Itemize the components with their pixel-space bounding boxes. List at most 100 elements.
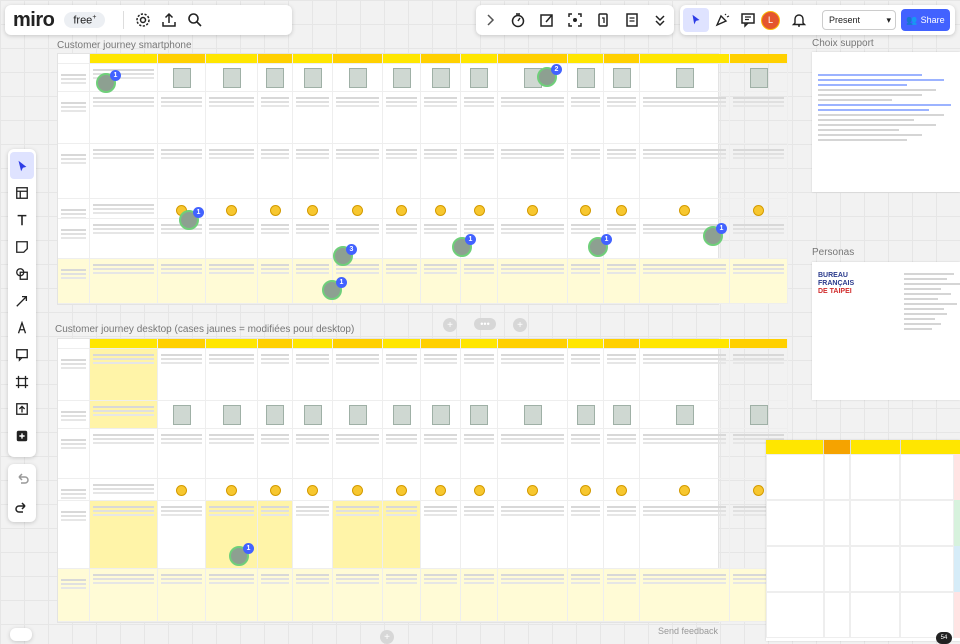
journey-cell[interactable] (90, 429, 158, 479)
comments-icon[interactable] (735, 7, 761, 33)
journey-cell[interactable] (568, 401, 604, 429)
miro-logo[interactable]: miro (13, 9, 55, 32)
journey-cell[interactable] (206, 144, 258, 199)
choix-support-frame[interactable] (812, 52, 960, 192)
journey-cell[interactable] (640, 259, 730, 304)
journey-cell[interactable] (158, 92, 206, 144)
journey-cell[interactable] (421, 64, 461, 92)
journey-cell[interactable] (90, 199, 158, 219)
journey-cell[interactable] (461, 501, 498, 569)
journey-cell[interactable] (293, 92, 333, 144)
journey-cell[interactable] (158, 339, 206, 349)
timer-icon[interactable] (505, 7, 531, 33)
journey-cell[interactable] (421, 259, 461, 304)
journey-cell[interactable] (158, 144, 206, 199)
journey-cell[interactable] (421, 401, 461, 429)
journey-cell[interactable] (90, 219, 158, 259)
journey-cell[interactable] (158, 401, 206, 429)
chevron-right-icon[interactable] (477, 7, 503, 33)
journey-cell[interactable] (568, 479, 604, 501)
journey-cell[interactable] (58, 479, 90, 501)
comment-count-badge[interactable]: 1 (243, 543, 254, 554)
edit-board-icon[interactable] (534, 7, 560, 33)
comment-count-badge[interactable]: 1 (336, 277, 347, 288)
journey-cell[interactable] (604, 339, 640, 349)
journey-cell[interactable] (730, 219, 788, 259)
journey-cell[interactable] (498, 219, 568, 259)
templates-icon[interactable] (10, 179, 34, 206)
journey-cell[interactable] (158, 429, 206, 479)
comment-count-badge[interactable]: 1 (601, 234, 612, 245)
journey-cell[interactable] (293, 401, 333, 429)
journey-cell[interactable] (58, 64, 90, 92)
comment-count-badge[interactable]: 1 (193, 207, 204, 218)
journey-cell[interactable] (58, 54, 90, 64)
journey-cell[interactable] (58, 501, 90, 569)
journey-cell[interactable] (604, 199, 640, 219)
journey-cell[interactable] (461, 401, 498, 429)
journey-cell[interactable] (383, 219, 421, 259)
journey-cell[interactable] (604, 144, 640, 199)
journey-cell[interactable] (90, 92, 158, 144)
journey-cell[interactable] (461, 569, 498, 622)
comparison-table[interactable] (766, 440, 960, 641)
journey-cell[interactable] (333, 92, 383, 144)
journey-cell[interactable] (90, 479, 158, 501)
journey-cell[interactable] (258, 401, 293, 429)
journey-cell[interactable] (58, 219, 90, 259)
journey-cell[interactable] (498, 199, 568, 219)
journey-cell[interactable] (90, 569, 158, 622)
journey-cell[interactable] (293, 349, 333, 401)
more-options-icon[interactable]: ••• (474, 318, 496, 330)
journey-cell[interactable] (640, 199, 730, 219)
journey-cell[interactable] (730, 339, 788, 349)
journey-cell[interactable] (158, 64, 206, 92)
journey-cell[interactable] (421, 339, 461, 349)
smartphone-journey-board[interactable] (57, 53, 788, 305)
journey-cell[interactable] (258, 199, 293, 219)
journey-cell[interactable] (421, 429, 461, 479)
journey-cell[interactable] (604, 479, 640, 501)
journey-cell[interactable] (206, 401, 258, 429)
journey-cell[interactable] (58, 339, 90, 349)
journey-cell[interactable] (640, 54, 730, 64)
journey-cell[interactable] (498, 54, 568, 64)
journey-cell[interactable] (640, 429, 730, 479)
counter-icon[interactable] (590, 7, 616, 33)
plan-badge[interactable]: free+ (64, 11, 106, 29)
journey-cell[interactable] (568, 349, 604, 401)
journey-cell[interactable] (640, 144, 730, 199)
journey-cell[interactable] (58, 401, 90, 429)
undo-icon[interactable] (9, 466, 35, 492)
desktop-frame-title[interactable]: Customer journey desktop (cases jaunes =… (55, 324, 354, 335)
journey-cell[interactable] (604, 429, 640, 479)
user-avatar[interactable]: L (761, 10, 780, 30)
journey-cell[interactable] (640, 501, 730, 569)
journey-cell[interactable] (333, 479, 383, 501)
journey-cell[interactable] (461, 339, 498, 349)
add-bottom-icon[interactable]: + (380, 630, 394, 644)
journey-cell[interactable] (206, 259, 258, 304)
journey-cell[interactable] (333, 349, 383, 401)
comment-tool-icon[interactable] (10, 341, 34, 368)
journey-cell[interactable] (421, 144, 461, 199)
journey-cell[interactable] (498, 144, 568, 199)
add-right-icon[interactable]: + (513, 318, 527, 332)
journey-cell[interactable] (568, 64, 604, 92)
journey-cell[interactable] (158, 479, 206, 501)
journey-cell[interactable] (206, 339, 258, 349)
journey-cell[interactable] (730, 54, 788, 64)
journey-cell[interactable] (206, 569, 258, 622)
journey-cell[interactable] (730, 144, 788, 199)
journey-cell[interactable] (293, 569, 333, 622)
journey-cell[interactable] (90, 259, 158, 304)
focus-icon[interactable] (562, 7, 588, 33)
journey-cell[interactable] (158, 569, 206, 622)
journey-cell[interactable] (640, 349, 730, 401)
journey-cell[interactable] (206, 54, 258, 64)
more-apps-icon[interactable] (10, 422, 34, 449)
journey-cell[interactable] (461, 479, 498, 501)
journey-cell[interactable] (604, 259, 640, 304)
journey-cell[interactable] (640, 92, 730, 144)
journey-cell[interactable] (461, 144, 498, 199)
